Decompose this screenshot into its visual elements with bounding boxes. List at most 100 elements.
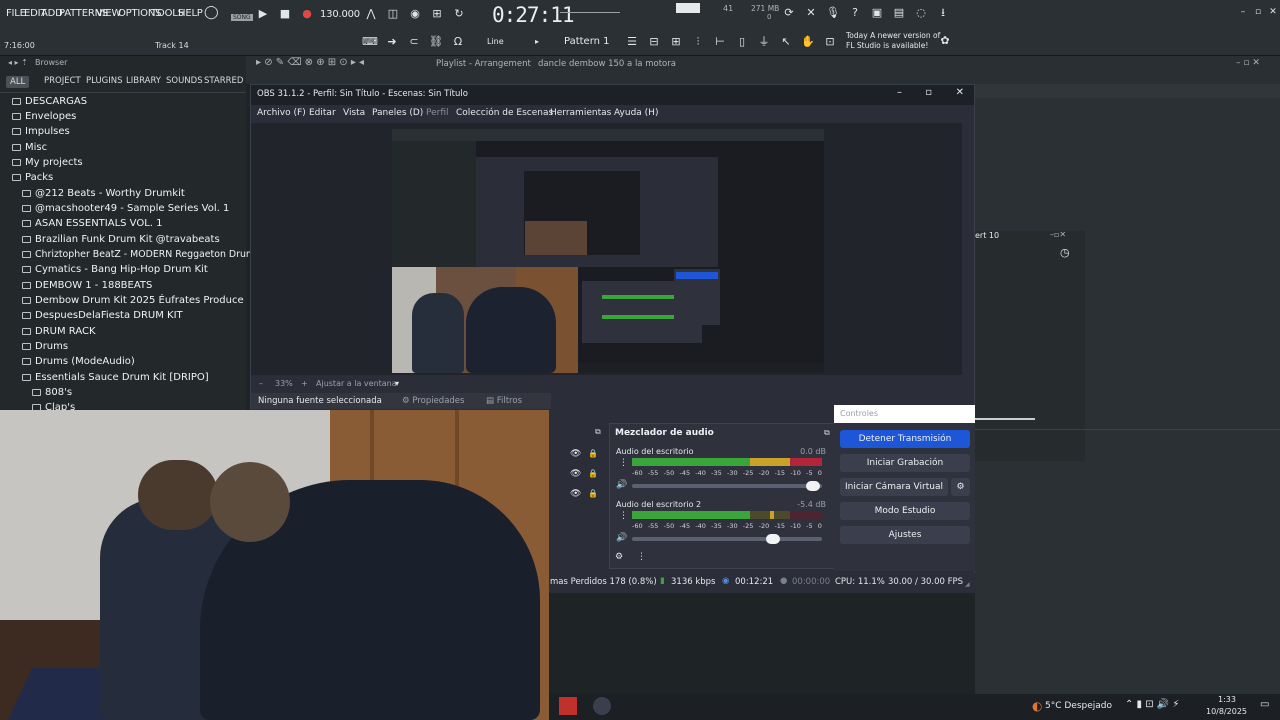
browser-item[interactable]: @macshooter49 - Sample Series Vol. 1	[22, 203, 229, 214]
sources-dock-icon[interactable]: ⧉	[595, 427, 601, 437]
obs-menu-escenas[interactable]: Colección de Escenas	[456, 108, 553, 118]
obs-menu-archivo[interactable]: Archivo (F)	[257, 108, 306, 118]
metronome-icon[interactable]: ⋀	[364, 8, 378, 20]
snap-magnet-icon[interactable]: Ω	[451, 36, 465, 48]
volume-slider-handle[interactable]	[766, 534, 780, 544]
browser-item[interactable]: DRUM RACK	[22, 326, 96, 337]
browser-item[interactable]: Essentials Sauce Drum Kit [DRIPO]	[22, 372, 209, 383]
browser-tab-project[interactable]: PROJECT	[44, 76, 81, 86]
browser-item[interactable]: Misc	[12, 142, 47, 153]
stop-streaming-button[interactable]: Detener Transmisión	[840, 430, 970, 448]
magnet-icon[interactable]: ⊂	[407, 36, 421, 48]
volume-slider[interactable]	[632, 481, 822, 491]
browser-tab-all[interactable]: ALL	[6, 76, 30, 88]
plug-icon[interactable]: ⏚	[757, 36, 771, 48]
clock-time[interactable]: 1:33	[1218, 695, 1236, 704]
browser-tab-sounds[interactable]: SOUNDS	[166, 76, 203, 86]
master-pitch-slider[interactable]	[560, 12, 620, 13]
news-line-1[interactable]: Today A newer version of	[846, 31, 940, 40]
playlist-timeline[interactable]	[975, 84, 1280, 98]
wait-input-icon[interactable]: ◫	[386, 8, 400, 20]
volume-slider-handle[interactable]	[806, 481, 820, 491]
tray-icons[interactable]: ⌃ ▮ ⊡ 🔊 ⚡	[1125, 699, 1179, 710]
news-line-2[interactable]: FL Studio is available!	[846, 41, 928, 50]
browser-nav-icon[interactable]: ◂ ▸ ⇡	[8, 58, 28, 67]
loop-record-icon[interactable]: ↻	[452, 8, 466, 20]
fit-dropdown-icon[interactable]: ▾	[395, 379, 399, 388]
obs-close-icon[interactable]: ✕	[956, 87, 964, 98]
countdown-icon[interactable]: ◉	[408, 8, 422, 20]
cart-icon[interactable]: ⊡	[823, 36, 837, 48]
refresh-icon[interactable]: ⟳	[782, 7, 796, 19]
browser-item[interactable]: DESCARGAS	[12, 96, 87, 107]
hand-icon[interactable]: ✋	[801, 36, 815, 48]
arrow-right-icon[interactable]: ➜	[385, 36, 399, 48]
settings-button[interactable]: Ajustes	[840, 526, 970, 544]
eye-icon[interactable]: 👁	[570, 469, 581, 479]
filters-button[interactable]: ▤ Filtros	[486, 396, 522, 406]
save-icon[interactable]: ▣	[870, 7, 884, 19]
speaker-icon[interactable]: 🔊	[616, 480, 627, 490]
browser-tab-plugins[interactable]: PLUGINS	[86, 76, 123, 86]
window-maximize-icon[interactable]: ▫	[1251, 6, 1265, 18]
notification-icon[interactable]: ▭	[1260, 699, 1269, 710]
mixer-settings-icon[interactable]: ⚙	[615, 552, 623, 562]
tempo-display[interactable]: 130.000	[320, 9, 360, 20]
browser-item[interactable]: Envelopes	[12, 111, 76, 122]
browser-item[interactable]: 808's	[32, 387, 72, 398]
properties-button[interactable]: ⚙ Propiedades	[402, 396, 464, 406]
stop-icon[interactable]: ■	[278, 8, 292, 20]
playlist-tools-icon[interactable]: ▸ ⊘ ✎ ⌫ ⊗ ⊕ ⊞ ⊙ ▸ ◂	[256, 57, 364, 68]
panic-icon[interactable]: ✕	[804, 7, 818, 19]
lock-icon[interactable]: 🔒	[588, 489, 598, 498]
resize-grip-icon[interactable]: ◢	[965, 581, 970, 588]
step-edit-icon[interactable]: ⊞	[430, 8, 444, 20]
cursor-icon[interactable]: ↖	[779, 36, 793, 48]
browser-item[interactable]: @212 Beats - Worthy Drumkit	[22, 188, 185, 199]
browser-tree-icon[interactable]: ⊢	[713, 36, 727, 48]
clock-date[interactable]: 10/8/2025	[1206, 707, 1247, 716]
browser-item[interactable]: Brazilian Funk Drum Kit @travabeats	[22, 234, 220, 245]
obs-menu-herramientas[interactable]: Herramientas	[550, 108, 611, 118]
browser-tab-library[interactable]: LIBRARY	[126, 76, 161, 86]
browser-tab-starred[interactable]: STARRED	[204, 76, 243, 86]
piano-roll-icon[interactable]: ⊞	[669, 36, 683, 48]
export-icon[interactable]: ▤	[892, 7, 906, 19]
pat-song-toggle-icon[interactable]: ◯	[204, 6, 219, 19]
play-icon[interactable]: ▶	[256, 8, 270, 20]
lock-icon[interactable]: 🔒	[588, 449, 598, 458]
clock-icon[interactable]: ◷	[1060, 246, 1070, 259]
window-minimize-icon[interactable]: –	[1236, 6, 1250, 18]
playlist-icon[interactable]: ☰	[625, 36, 639, 48]
obs-menu-editar[interactable]: Editar	[309, 108, 336, 118]
download-icon[interactable]: ⭳	[936, 7, 950, 19]
volume-slider[interactable]	[632, 534, 822, 544]
eye-icon[interactable]: 👁	[570, 489, 581, 499]
browser-item[interactable]: DEMBOW 1 - 188BEATS	[22, 280, 152, 291]
mixer-window-controls-icon[interactable]: –▫✕	[1050, 230, 1066, 239]
obs-menu-ayuda[interactable]: Ayuda (H)	[614, 108, 658, 118]
browser-item[interactable]: Impulses	[12, 126, 70, 137]
browser-item[interactable]: My projects	[12, 157, 83, 168]
browser-item[interactable]: Drums	[22, 341, 68, 352]
obs-menu-paneles[interactable]: Paneles (D)	[372, 108, 423, 118]
obs-minimize-icon[interactable]: –	[897, 87, 902, 98]
browser-item[interactable]: Drums (ModeAudio)	[22, 356, 135, 367]
help-icon[interactable]: ?	[848, 7, 862, 19]
fl-logo-icon[interactable]: ✿	[938, 35, 952, 47]
speaker-icon[interactable]: 🔊	[616, 533, 627, 543]
playlist-grid[interactable]: ert 10 –▫✕ ◷	[975, 84, 1280, 694]
channel-menu-icon[interactable]: ⋮	[619, 511, 628, 521]
studio-mode-button[interactable]: Modo Estudio	[840, 502, 970, 520]
keyboard-icon[interactable]: ⌨	[362, 36, 378, 48]
zoom-out-icon[interactable]: –	[259, 379, 263, 388]
fit-window-select[interactable]: Ajustar a la ventana	[316, 379, 397, 388]
channel-rack-icon[interactable]: ⊟	[647, 36, 661, 48]
weather-text[interactable]: 5°C Despejado	[1045, 701, 1112, 711]
record-icon[interactable]: ●	[300, 8, 314, 20]
mixer-dock-icon[interactable]: ⧉	[824, 428, 830, 438]
browser-item[interactable]: Clap's	[32, 402, 75, 410]
obs-taskbar-icon[interactable]	[593, 697, 611, 715]
obs-preview-canvas[interactable]	[392, 129, 824, 373]
pattern-arrow-icon[interactable]: ▸	[530, 36, 544, 48]
